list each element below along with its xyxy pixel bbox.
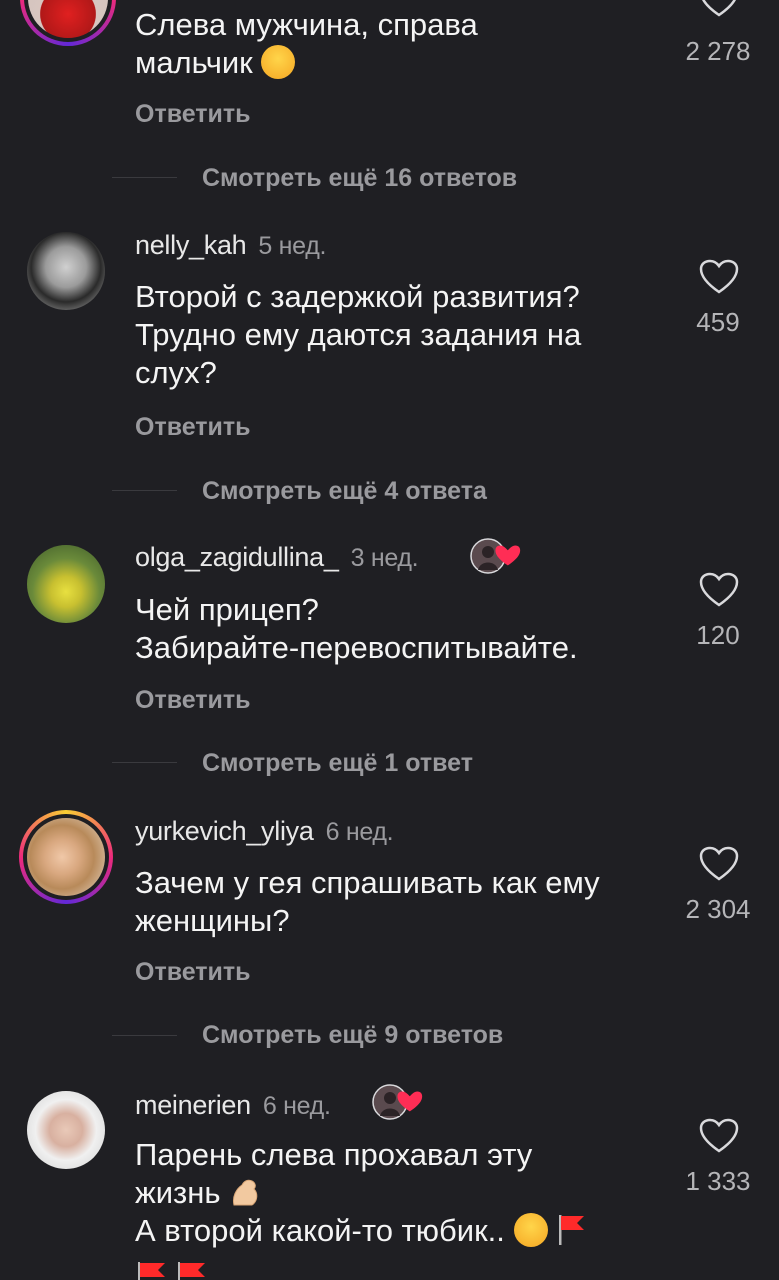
- creator-liked-icon: [470, 538, 521, 574]
- like-count: 2 278: [685, 36, 751, 66]
- heart-icon[interactable]: [699, 846, 739, 882]
- view-more-replies[interactable]: Смотреть ещё 16 ответов: [202, 164, 517, 193]
- username[interactable]: yurkevich_yliya 6 нед.: [135, 816, 394, 847]
- avatar-ring: [19, 810, 113, 904]
- avatar-ring: [20, 0, 116, 46]
- heart-icon[interactable]: [699, 0, 739, 18]
- like-count: 459: [696, 307, 740, 337]
- comment-time: 5 нед.: [258, 232, 327, 260]
- laughing-emoji-icon: [513, 1213, 548, 1247]
- username[interactable]: nelly_kah 5 нед.: [135, 230, 326, 261]
- comment-text: Слева мужчина, справа мальчик: [135, 7, 478, 80]
- divider: [112, 762, 177, 763]
- heart-icon[interactable]: [699, 1118, 739, 1154]
- red-flag-icon: [138, 1262, 205, 1280]
- comment-text: Чей прицеп? Забирайте-перевоспитывайте.: [135, 592, 578, 665]
- red-flag-icon: [559, 1215, 585, 1245]
- reply-button[interactable]: Ответить: [135, 100, 251, 129]
- laughing-emoji-icon: [261, 45, 296, 79]
- avatar[interactable]: [27, 545, 105, 623]
- view-more-replies[interactable]: Смотреть ещё 4 ответа: [202, 477, 487, 506]
- divider: [112, 177, 177, 178]
- like-count: 120: [696, 620, 740, 650]
- view-more-replies[interactable]: Смотреть ещё 9 ответов: [202, 1021, 503, 1050]
- username[interactable]: meinerien 6 нед.: [135, 1090, 331, 1121]
- comment-text: Зачем у гея спрашивать как ему женщины?: [135, 865, 600, 938]
- avatar[interactable]: [27, 818, 105, 896]
- username[interactable]: olga_zagidullina_ 3 нед.: [135, 542, 419, 573]
- reply-button[interactable]: Ответить: [135, 413, 251, 442]
- divider: [112, 1035, 177, 1036]
- reply-button[interactable]: Ответить: [135, 686, 251, 715]
- comment-text: Парень слева прохавал эту жизнь А второй…: [135, 1136, 655, 1250]
- comment-text: Второй с задержкой развития? Трудно ему …: [135, 279, 582, 390]
- comment-time: 6 нед.: [325, 818, 394, 846]
- view-more-replies[interactable]: Смотреть ещё 1 ответ: [202, 749, 473, 778]
- like-count: 1 333: [685, 1166, 751, 1196]
- avatar[interactable]: [27, 232, 105, 310]
- heart-icon[interactable]: [699, 572, 739, 608]
- flexed-biceps-emoji-icon: [233, 1179, 258, 1206]
- comment-time: 6 нед.: [262, 1092, 331, 1120]
- creator-liked-icon: [372, 1084, 423, 1120]
- comment-time: 3 нед.: [350, 544, 419, 572]
- reply-button[interactable]: Ответить: [135, 958, 251, 987]
- avatar[interactable]: [27, 1091, 105, 1169]
- divider: [112, 490, 177, 491]
- heart-icon[interactable]: [699, 259, 739, 295]
- like-count: 2 304: [685, 894, 751, 924]
